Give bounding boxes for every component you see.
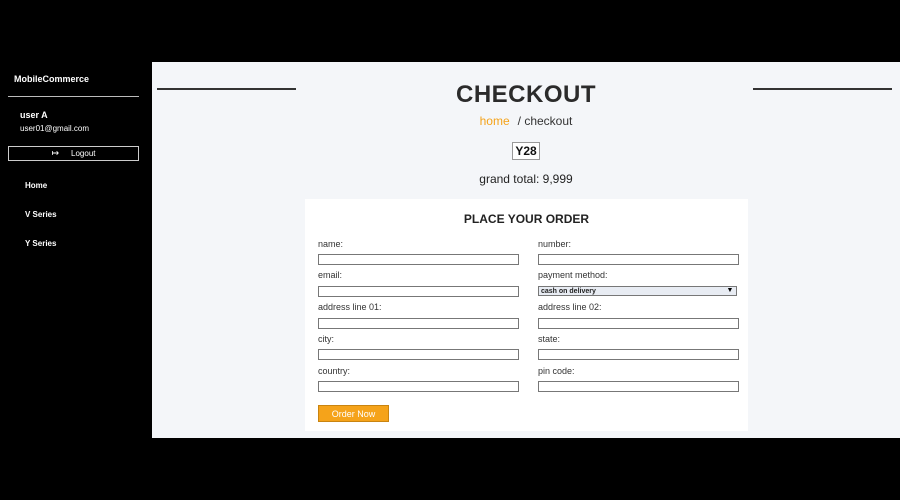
main-content: CHECKOUT home / checkout Y28 grand total:… (152, 62, 900, 438)
payment-method-label: payment method: (538, 270, 608, 280)
address-line-2-label: address line 02: (538, 302, 602, 312)
breadcrumb: home / checkout (152, 114, 900, 128)
payment-method-select[interactable]: cash on delivery ▼ (538, 286, 737, 296)
address-line-1-label: address line 01: (318, 302, 382, 312)
city-label: city: (318, 334, 335, 344)
sidebar: MobileCommerce user A user01@gmail.com ↦… (0, 62, 152, 438)
product-badge: Y28 (512, 142, 540, 160)
grand-total-label: grand total: (479, 172, 540, 186)
breadcrumb-current: / checkout (517, 114, 573, 128)
order-now-button[interactable]: Order Now (318, 405, 389, 422)
state-input[interactable] (538, 349, 739, 360)
divider (8, 96, 139, 97)
pin-code-label: pin code: (538, 366, 575, 376)
city-input[interactable] (318, 349, 519, 360)
breadcrumb-home-link[interactable]: home (480, 114, 510, 128)
country-label: country: (318, 366, 351, 376)
email-label: email: (318, 270, 343, 280)
logout-icon: ↦ (51, 148, 60, 158)
number-label: number: (538, 239, 572, 249)
user-name: user A (20, 110, 48, 120)
country-input[interactable] (318, 381, 519, 392)
name-input[interactable] (318, 254, 519, 265)
user-email: user01@gmail.com (20, 124, 90, 133)
form-title: PLACE YOUR ORDER (463, 212, 590, 226)
page-title: CHECKOUT (456, 81, 596, 108)
address-line-1-input[interactable] (318, 318, 519, 329)
order-form: PLACE YOUR ORDER name: number: email: pa… (305, 199, 748, 431)
nav-item-v-series[interactable]: V Series (25, 210, 57, 219)
grand-total-value: 9,999 (542, 172, 573, 186)
payment-method-value: cash on delivery (541, 288, 596, 295)
product-container: Y28 (152, 142, 900, 160)
nav-item-home[interactable]: Home (25, 181, 47, 190)
email-input[interactable] (318, 286, 519, 297)
nav-item-y-series[interactable]: Y Series (25, 239, 56, 248)
grand-total: grand total: 9,999 (152, 172, 900, 186)
logout-button[interactable]: ↦ Logout (8, 146, 139, 161)
name-label: name: (318, 239, 344, 249)
logout-label: Logout (71, 149, 96, 158)
address-line-2-input[interactable] (538, 318, 739, 329)
state-label: state: (538, 334, 561, 344)
brand-name[interactable]: MobileCommerce (14, 74, 89, 84)
chevron-down-icon[interactable]: ▼ (725, 287, 735, 295)
pin-code-input[interactable] (538, 381, 739, 392)
number-input[interactable] (538, 254, 739, 265)
